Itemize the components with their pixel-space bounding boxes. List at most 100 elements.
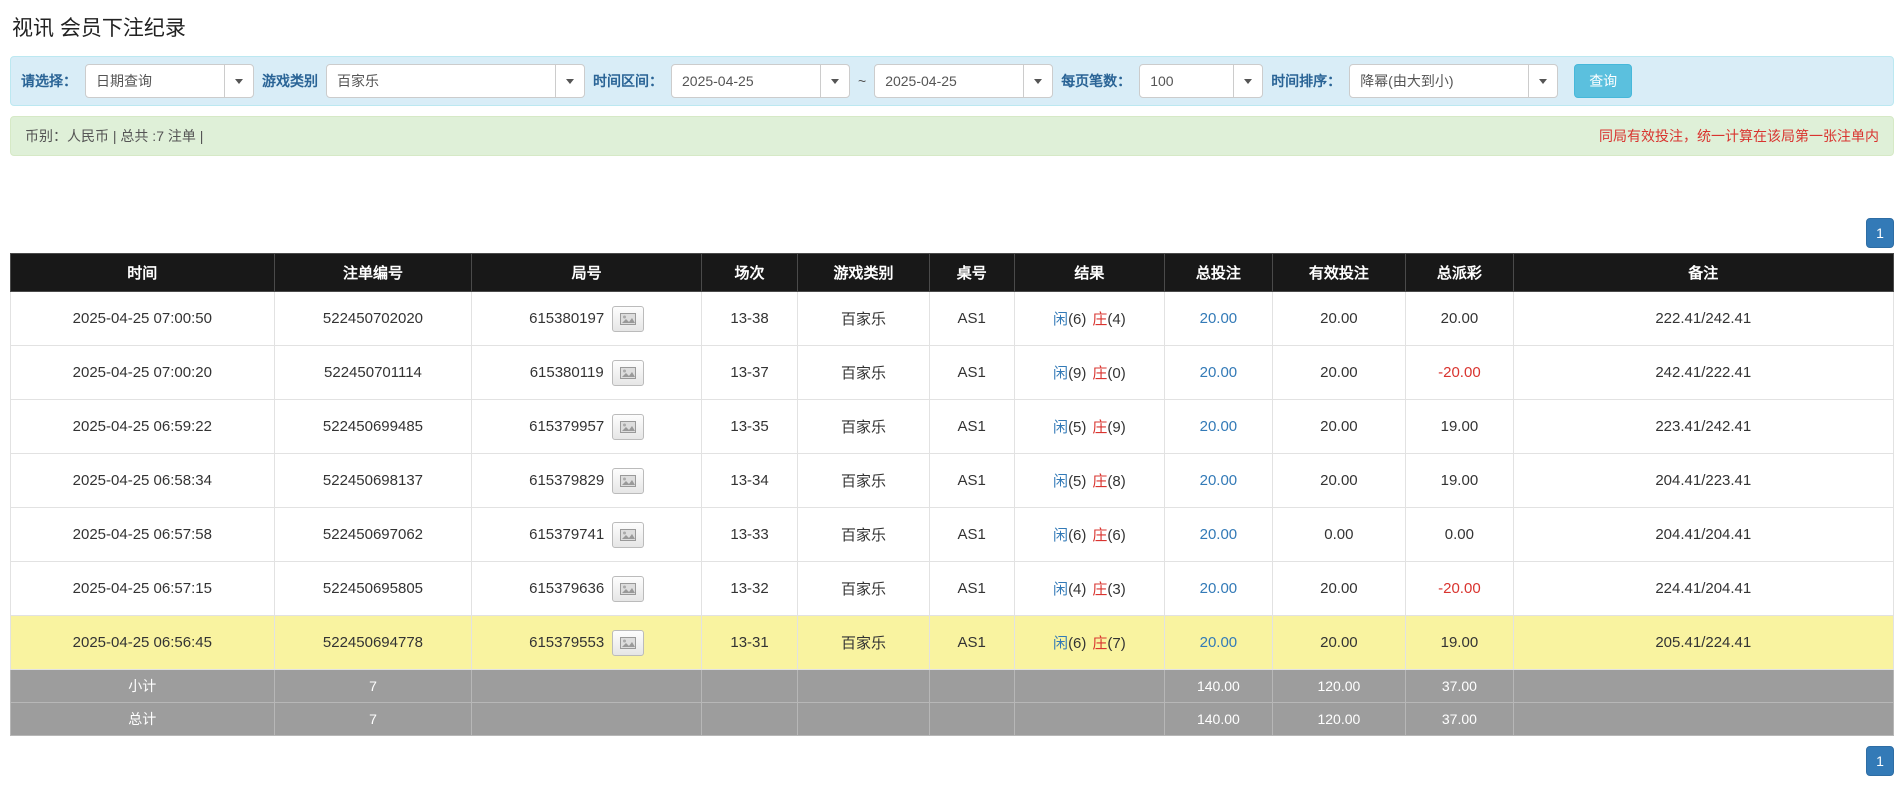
sort-order-label: 时间排序： [1271, 73, 1342, 89]
select-type-input[interactable] [85, 64, 225, 98]
subtotal-total-bet: 140.00 [1164, 669, 1273, 703]
caret-down-icon [831, 78, 839, 84]
cell-remark: 223.41/242.41 [1512, 399, 1895, 454]
col-header-time: 时间 [10, 253, 275, 292]
col-header-table-no: 桌号 [928, 253, 1015, 292]
col-header-total-bet: 总投注 [1164, 253, 1273, 292]
result-player-points: (6) [1068, 635, 1087, 652]
cell-table-no: AS1 [928, 507, 1015, 562]
page-size-input[interactable] [1139, 64, 1235, 98]
cell-session: 13-37 [701, 345, 799, 400]
video-replay-icon [620, 582, 637, 595]
round-number: 615380119 [529, 364, 604, 381]
page-size-dropdown-button[interactable] [1233, 64, 1264, 98]
total-bet-link[interactable]: 20.00 [1200, 472, 1238, 489]
video-replay-icon [620, 474, 637, 487]
round-replay-button[interactable] [612, 629, 645, 656]
table-row: 2025-04-25 06:56:45 522450694778 6153795… [10, 615, 1895, 670]
cell-round: 615380197 [471, 291, 703, 346]
search-button[interactable]: 查询 [1574, 64, 1633, 98]
total-label: 总计 [10, 702, 275, 736]
cell-valid-bet: 20.00 [1271, 345, 1407, 400]
page-button-1[interactable]: 1 [1866, 746, 1894, 776]
game-type-dropdown-button[interactable] [555, 64, 585, 98]
result-player-label: 闲 [1053, 419, 1069, 436]
date-from-dropdown-button[interactable] [820, 64, 850, 98]
date-to-input[interactable] [874, 64, 1025, 98]
round-replay-button[interactable] [612, 305, 645, 332]
cell-game-type: 百家乐 [797, 291, 930, 346]
video-replay-icon [619, 366, 636, 379]
page: 视讯 会员下注纪录 请选择： 游戏类别 时间区间： ~ 每页笔数： 时间排序： [0, 0, 1904, 784]
subtotal-row: 小计 7 140.00 120.00 37.00 [10, 669, 1895, 703]
round-replay-button[interactable] [612, 413, 645, 440]
total-bet-link[interactable]: 20.00 [1200, 580, 1238, 597]
cell-result: 闲(6) 庄(7) [1013, 615, 1166, 670]
summary-bar: 币别：人民币 | 总共 :7 注单 | 同局有效投注，统一计算在该局第一张注单内 [10, 116, 1894, 156]
select-type-dropdown-button[interactable] [224, 64, 254, 98]
cell-game-type: 百家乐 [797, 453, 930, 508]
summary-notice-text: 同局有效投注，统一计算在该局第一张注单内 [1599, 128, 1879, 144]
table-row: 2025-04-25 07:00:20 522450701114 6153801… [10, 345, 1895, 400]
date-to-dropdown-button[interactable] [1023, 64, 1054, 98]
cell-session: 13-33 [701, 507, 799, 562]
col-header-game-type: 游戏类别 [797, 253, 930, 292]
result-banker-points: (7) [1107, 635, 1126, 652]
result-banker-label: 庄 [1092, 419, 1108, 436]
cell-payout: 19.00 [1405, 615, 1514, 670]
select-type-combo [85, 64, 254, 98]
round-number: 615379741 [529, 526, 605, 543]
date-to-combo [874, 64, 1054, 98]
cell-game-type: 百家乐 [797, 507, 930, 562]
round-number: 615379957 [529, 418, 605, 435]
cell-total-bet: 20.00 [1164, 453, 1273, 508]
sort-order-dropdown-button[interactable] [1528, 64, 1559, 98]
date-from-input[interactable] [671, 64, 821, 98]
cell-game-type: 百家乐 [797, 399, 930, 454]
game-type-input[interactable] [326, 64, 556, 98]
cell-valid-bet: 20.00 [1271, 399, 1407, 454]
total-bet-link[interactable]: 20.00 [1200, 364, 1238, 381]
cell-time: 2025-04-25 06:56:45 [10, 615, 275, 670]
game-type-combo [326, 64, 585, 98]
page-button-1[interactable]: 1 [1866, 218, 1894, 248]
sort-order-input[interactable] [1349, 64, 1530, 98]
total-row: 总计 7 140.00 120.00 37.00 [10, 702, 1895, 736]
result-banker-points: (8) [1107, 473, 1126, 490]
cell-round: 615379636 [471, 561, 703, 616]
cell-game-type: 百家乐 [797, 615, 930, 670]
date-from-combo [671, 64, 850, 98]
subtotal-label: 小计 [10, 669, 275, 703]
total-bet-link[interactable]: 20.00 [1200, 418, 1238, 435]
cell-bet-id: 522450697062 [273, 507, 473, 562]
result-player-points: (5) [1068, 419, 1087, 436]
round-replay-button[interactable] [612, 521, 645, 548]
total-bet-link[interactable]: 20.00 [1200, 634, 1238, 651]
cell-result: 闲(4) 庄(3) [1013, 561, 1166, 616]
table-row: 2025-04-25 06:57:58 522450697062 6153797… [10, 507, 1895, 562]
cell-total-bet: 20.00 [1164, 345, 1273, 400]
cell-result: 闲(5) 庄(8) [1013, 453, 1166, 508]
total-bet-link[interactable]: 20.00 [1200, 526, 1238, 543]
cell-round: 615379553 [471, 615, 703, 670]
subtotal-count: 7 [273, 669, 473, 703]
cell-bet-id: 522450701114 [273, 345, 473, 400]
cell-round: 615379957 [471, 399, 703, 454]
pagination-top: 1 [10, 218, 1894, 248]
summary-currency-count-text: 币别：人民币 | 总共 :7 注单 | [25, 128, 204, 144]
round-replay-button[interactable] [612, 575, 645, 602]
col-header-valid-bet: 有效投注 [1271, 253, 1407, 292]
round-replay-button[interactable] [611, 359, 644, 386]
result-player-points: (9) [1068, 365, 1087, 382]
round-replay-button[interactable] [612, 467, 645, 494]
cell-session: 13-32 [701, 561, 799, 616]
cell-table-no: AS1 [928, 399, 1015, 454]
cell-table-no: AS1 [928, 561, 1015, 616]
total-total-bet: 140.00 [1164, 702, 1273, 736]
cell-valid-bet: 20.00 [1271, 453, 1407, 508]
total-bet-link[interactable]: 20.00 [1200, 310, 1238, 327]
subtotal-payout: 37.00 [1405, 669, 1514, 703]
result-banker-label: 庄 [1092, 635, 1108, 652]
caret-down-icon [235, 78, 243, 84]
bet-records-table: 时间 注单编号 局号 场次 游戏类别 桌号 结果 总投注 有效投注 总派彩 备注… [10, 253, 1895, 736]
